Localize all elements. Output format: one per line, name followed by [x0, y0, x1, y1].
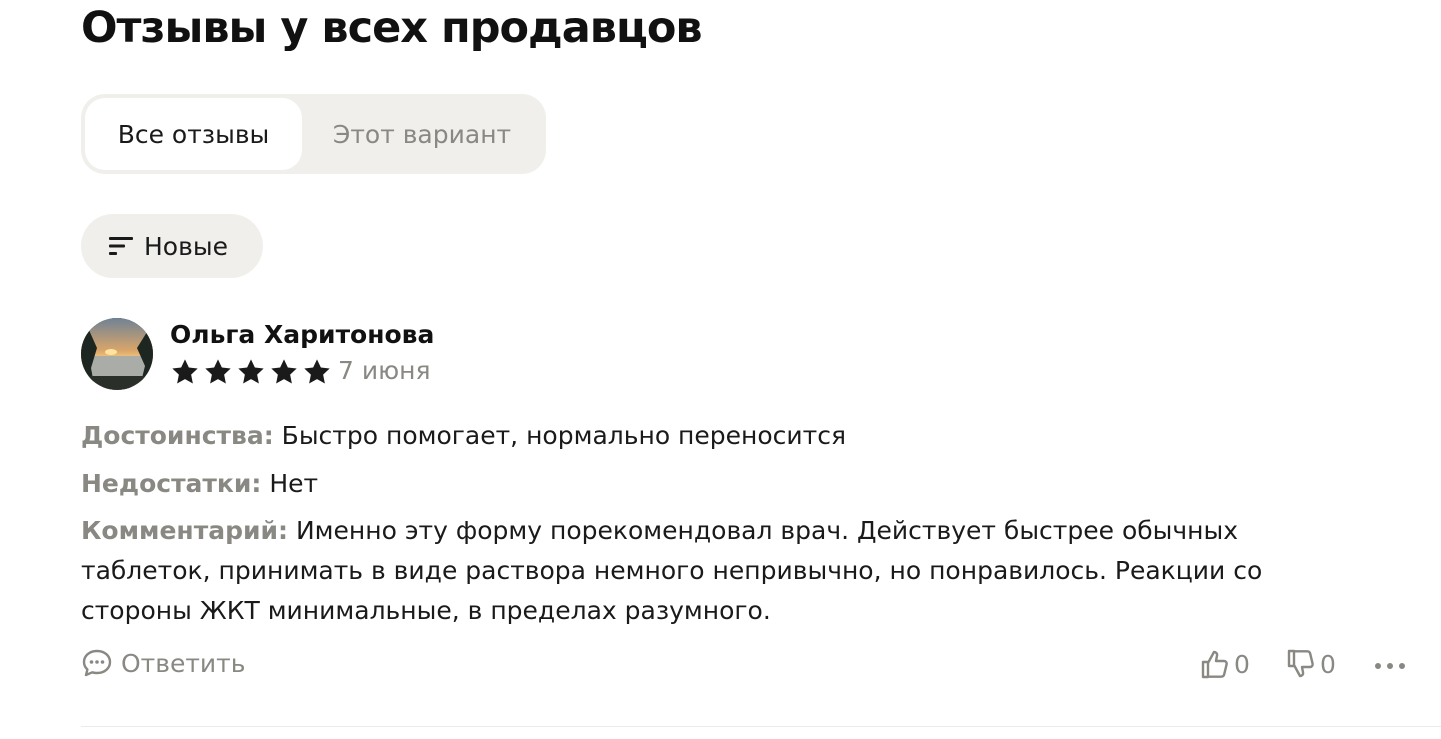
like-button[interactable]: 0 — [1200, 648, 1250, 680]
star-rating — [169, 356, 333, 388]
review-filter-tabs: Все отзывы Этот вариант — [81, 94, 546, 174]
more-options-icon[interactable] — [1372, 654, 1408, 678]
speech-bubble-icon — [82, 649, 112, 677]
dislike-count: 0 — [1320, 649, 1336, 679]
comment-label: Комментарий: — [81, 516, 288, 545]
dislike-button[interactable]: 0 — [1286, 648, 1336, 680]
review-author[interactable]: Ольга Харитонова — [170, 318, 434, 352]
star-icon — [205, 359, 231, 384]
review-cons: Недостатки: Нет — [81, 464, 1371, 504]
star-icon — [271, 359, 297, 384]
star-icon — [172, 359, 198, 384]
review-pros: Достоинства: Быстро помогает, нормально … — [81, 416, 1371, 456]
star-icon — [304, 359, 330, 384]
divider — [81, 726, 1441, 727]
pros-text: Быстро помогает, нормально переносится — [281, 421, 847, 450]
sort-lines-icon — [109, 237, 133, 255]
sort-label: Новые — [144, 231, 228, 261]
reply-label: Ответить — [121, 648, 246, 678]
pros-label: Достоинства: — [81, 421, 274, 450]
review-comment: Комментарий: Именно эту форму порекоменд… — [81, 511, 1371, 631]
avatar-photo — [81, 318, 153, 390]
cons-text: Нет — [269, 469, 319, 498]
review-date: 7 июня — [338, 356, 431, 385]
star-icon — [238, 359, 264, 384]
cons-label: Недостатки: — [81, 469, 262, 498]
reviews-section: Отзывы у всех продавцов Все отзывы Этот … — [0, 0, 1441, 739]
tab-all-reviews[interactable]: Все отзывы — [85, 98, 302, 170]
avatar[interactable] — [81, 318, 153, 390]
page-title: Отзывы у всех продавцов — [81, 3, 703, 53]
like-count: 0 — [1234, 649, 1250, 679]
thumbs-down-icon — [1287, 649, 1314, 678]
sort-button[interactable]: Новые — [81, 214, 263, 278]
reply-button[interactable]: Ответить — [81, 648, 245, 678]
thumbs-up-icon — [1201, 650, 1228, 679]
tab-this-variant[interactable]: Этот вариант — [302, 98, 542, 170]
